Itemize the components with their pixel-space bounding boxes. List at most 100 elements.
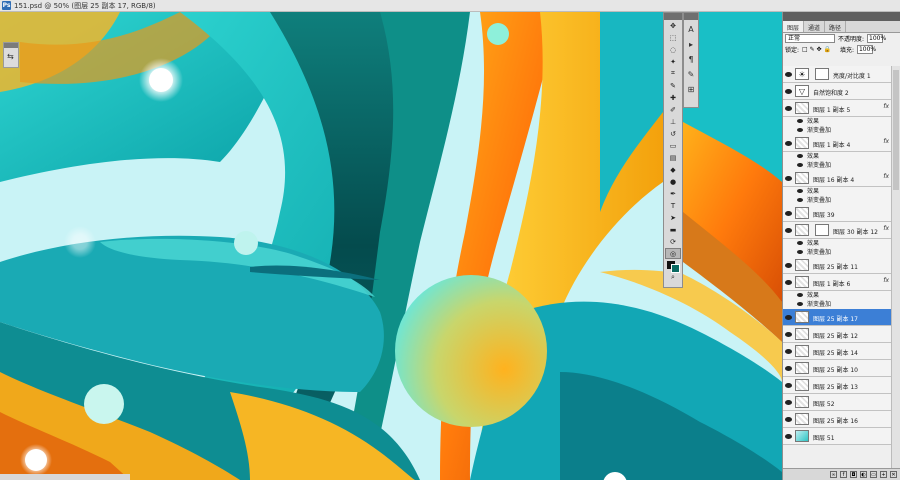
visibility-eye-icon[interactable] bbox=[797, 302, 803, 306]
visibility-eye-icon[interactable] bbox=[785, 383, 792, 388]
layer-row[interactable]: ▽ 自然饱和度 2 bbox=[783, 83, 891, 100]
visibility-eye-icon[interactable] bbox=[797, 293, 803, 297]
lasso-tool-icon[interactable]: ◌ bbox=[665, 44, 681, 55]
character-icon[interactable]: A bbox=[685, 23, 697, 35]
layer-row[interactable]: 图层 52 bbox=[783, 394, 891, 411]
visibility-eye-icon[interactable] bbox=[797, 128, 803, 132]
visibility-eye-icon[interactable] bbox=[785, 434, 792, 439]
background-color-swatch[interactable] bbox=[671, 264, 680, 273]
visibility-eye-icon[interactable] bbox=[797, 198, 803, 202]
tab-channels[interactable]: 通道 bbox=[804, 21, 826, 32]
history-brush-tool-icon[interactable]: ↺ bbox=[665, 128, 681, 139]
visibility-eye-icon[interactable] bbox=[797, 250, 803, 254]
visibility-eye-icon[interactable] bbox=[785, 89, 792, 94]
new-adjustment-icon[interactable]: ◐ bbox=[860, 471, 867, 478]
visibility-eye-icon[interactable] bbox=[785, 417, 792, 422]
layer-row[interactable]: 图层 1 副本 6 fx bbox=[783, 274, 891, 291]
visibility-eye-icon[interactable] bbox=[785, 176, 792, 181]
layer-row[interactable]: 图层 51 bbox=[783, 428, 891, 445]
layer-row[interactable]: ☀ 亮度/对比度 1 bbox=[783, 66, 891, 83]
lock-icons[interactable]: □ ✎ ✥ 🔒 bbox=[802, 46, 831, 53]
layer-row[interactable]: 图层 25 副本 13 bbox=[783, 377, 891, 394]
visibility-eye-icon[interactable] bbox=[785, 141, 792, 146]
gradient-tool-icon[interactable]: ▤ bbox=[665, 152, 681, 163]
add-mask-icon[interactable]: ◘ bbox=[850, 471, 857, 478]
arrange-icon[interactable]: ⇆ bbox=[7, 52, 16, 61]
zoom-tool-icon[interactable]: ⌕ bbox=[665, 272, 681, 283]
effects-row[interactable]: 效果 bbox=[783, 239, 891, 248]
crop-tool-icon[interactable]: ⌗ bbox=[665, 68, 681, 79]
mini-panel-header[interactable] bbox=[4, 43, 18, 48]
blur-tool-icon[interactable]: ◆ bbox=[665, 164, 681, 175]
shape-tool-icon[interactable]: ▬ bbox=[665, 224, 681, 235]
brush-tool-icon[interactable]: ✐ bbox=[665, 104, 681, 115]
marquee-tool-icon[interactable]: ⬚ bbox=[665, 32, 681, 43]
visibility-eye-icon[interactable] bbox=[785, 280, 792, 285]
effects-row[interactable]: 渐变叠加 bbox=[783, 126, 891, 135]
visibility-eye-icon[interactable] bbox=[785, 106, 792, 111]
pen-tool-icon[interactable]: ✒ bbox=[665, 188, 681, 199]
move-tool-icon[interactable]: ✥ bbox=[665, 20, 681, 31]
new-group-icon[interactable]: ▭ bbox=[870, 471, 877, 478]
paragraph-icon[interactable]: ¶ bbox=[685, 53, 697, 65]
effects-row[interactable]: 效果 bbox=[783, 152, 891, 161]
layer-row[interactable]: 图层 1 副本 4 fx bbox=[783, 135, 891, 152]
tab-paths[interactable]: 路径 bbox=[825, 21, 847, 32]
layer-row[interactable]: 图层 25 副本 16 bbox=[783, 411, 891, 428]
toolbox-header[interactable] bbox=[664, 13, 682, 20]
visibility-eye-icon[interactable] bbox=[797, 241, 803, 245]
opacity-input[interactable]: 100% bbox=[867, 34, 886, 43]
visibility-eye-icon[interactable] bbox=[785, 315, 792, 320]
visibility-eye-icon[interactable] bbox=[785, 263, 792, 268]
visibility-eye-icon[interactable] bbox=[785, 211, 792, 216]
visibility-eye-icon[interactable] bbox=[797, 189, 803, 193]
stamp-tool-icon[interactable]: ⊥ bbox=[665, 116, 681, 127]
link-layers-icon[interactable]: ∞ bbox=[830, 471, 837, 478]
actions-icon[interactable]: ▸ bbox=[685, 38, 697, 50]
fill-input[interactable]: 100% bbox=[856, 45, 876, 54]
effects-row[interactable]: 渐变叠加 bbox=[783, 161, 891, 170]
visibility-eye-icon[interactable] bbox=[785, 349, 792, 354]
dodge-tool-icon[interactable]: ● bbox=[665, 176, 681, 187]
delete-layer-icon[interactable]: ✕ bbox=[890, 471, 897, 478]
blend-mode-select[interactable]: 正常 bbox=[785, 34, 835, 43]
layer-row[interactable]: 图层 1 副本 5 fx bbox=[783, 100, 891, 117]
layer-row-selected[interactable]: 图层 25 副本 17 bbox=[783, 309, 891, 326]
scrollbar-thumb[interactable] bbox=[893, 70, 899, 190]
visibility-eye-icon[interactable] bbox=[797, 163, 803, 167]
eraser-tool-icon[interactable]: ▭ bbox=[665, 140, 681, 151]
eyedropper-tool-icon[interactable]: ✎ bbox=[665, 80, 681, 91]
3d-orbit-tool-icon[interactable]: ◎ bbox=[665, 248, 681, 259]
clone-source-icon[interactable]: ⊞ bbox=[685, 83, 697, 95]
effects-row[interactable]: 渐变叠加 bbox=[783, 300, 891, 309]
visibility-eye-icon[interactable] bbox=[797, 119, 803, 123]
visibility-eye-icon[interactable] bbox=[785, 72, 792, 77]
effects-row[interactable]: 渐变叠加 bbox=[783, 248, 891, 257]
layer-row[interactable]: 图层 25 副本 10 bbox=[783, 360, 891, 377]
layer-row[interactable]: 图层 25 副本 14 bbox=[783, 343, 891, 360]
tab-layers[interactable]: 图层 bbox=[783, 21, 805, 32]
visibility-eye-icon[interactable] bbox=[785, 366, 792, 371]
healing-tool-icon[interactable]: ✚ bbox=[665, 92, 681, 103]
layer-row[interactable]: 图层 30 副本 12 fx bbox=[783, 222, 891, 239]
layers-panel-header[interactable] bbox=[783, 12, 900, 21]
path-selection-tool-icon[interactable]: ➤ bbox=[665, 212, 681, 223]
effects-row[interactable]: 效果 bbox=[783, 187, 891, 196]
effects-row[interactable]: 效果 bbox=[783, 117, 891, 126]
side-panel-header[interactable] bbox=[684, 13, 698, 20]
new-layer-icon[interactable]: + bbox=[880, 471, 887, 478]
layer-row[interactable]: 图层 25 副本 11 bbox=[783, 257, 891, 274]
layer-row[interactable]: 图层 25 副本 12 bbox=[783, 326, 891, 343]
visibility-eye-icon[interactable] bbox=[797, 154, 803, 158]
effects-row[interactable]: 效果 bbox=[783, 291, 891, 300]
visibility-eye-icon[interactable] bbox=[785, 400, 792, 405]
visibility-eye-icon[interactable] bbox=[785, 332, 792, 337]
layers-scrollbar[interactable] bbox=[891, 66, 900, 468]
3d-rotate-tool-icon[interactable]: ⟳ bbox=[665, 236, 681, 247]
add-style-icon[interactable]: f bbox=[840, 471, 847, 478]
effects-row[interactable]: 渐变叠加 bbox=[783, 196, 891, 205]
brush-presets-icon[interactable]: ✎ bbox=[685, 68, 697, 80]
type-tool-icon[interactable]: T bbox=[665, 200, 681, 211]
layer-row[interactable]: 图层 16 副本 4 fx bbox=[783, 170, 891, 187]
visibility-eye-icon[interactable] bbox=[785, 228, 792, 233]
